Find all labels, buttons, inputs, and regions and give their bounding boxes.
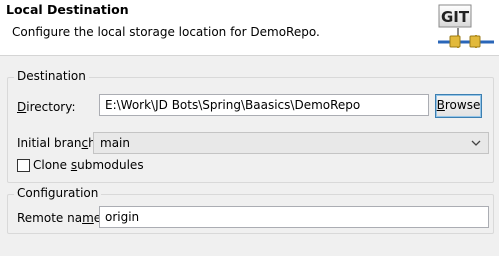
git-logo-text: GIT — [441, 8, 470, 26]
clone-submodules-checkbox[interactable] — [17, 159, 30, 172]
page-description: Configure the local storage location for… — [12, 25, 320, 39]
directory-input[interactable]: E:\Work\JD Bots\Spring\Baasics\DemoRepo — [99, 94, 429, 116]
initial-branch-value: main — [100, 136, 130, 150]
clone-submodules-label: Clone submodules — [33, 158, 144, 172]
directory-label: Directory: — [17, 100, 76, 114]
git-logo-icon: GIT — [438, 4, 494, 48]
configuration-group-title: Configuration — [14, 186, 102, 200]
remote-name-label: Remote name: — [17, 211, 105, 225]
browse-button[interactable]: Browse — [435, 94, 482, 118]
chevron-down-icon — [471, 140, 481, 146]
remote-name-input[interactable]: origin — [99, 206, 489, 228]
destination-group-title: Destination — [14, 69, 89, 83]
initial-branch-label: Initial branch: — [17, 136, 100, 150]
page-title: Local Destination — [6, 2, 129, 17]
initial-branch-select[interactable]: main — [93, 132, 489, 154]
wizard-header: Local Destination Configure the local st… — [0, 0, 499, 56]
